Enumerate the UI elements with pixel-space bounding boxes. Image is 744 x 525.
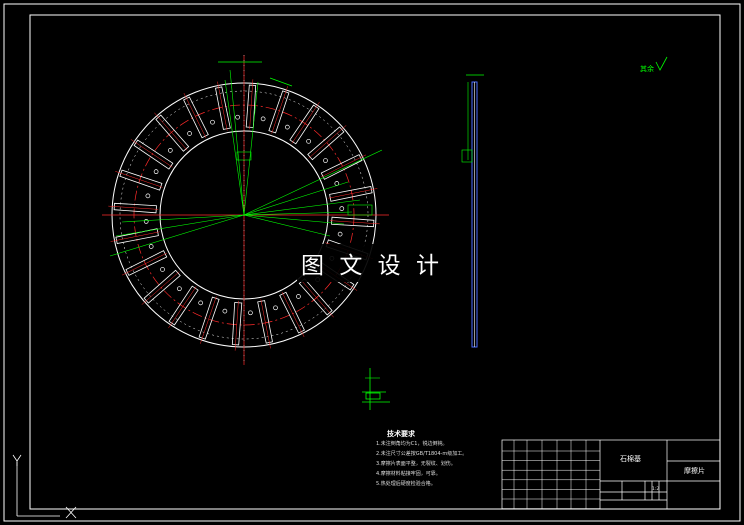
title-block-scale: 1:2 xyxy=(652,487,660,492)
rivet-hole xyxy=(273,305,278,311)
rivet-hole xyxy=(167,148,173,153)
rivet-hole xyxy=(284,124,290,130)
rivet-hole xyxy=(339,206,345,211)
right-detail-box xyxy=(347,204,373,216)
dimension-leader xyxy=(109,214,245,257)
tech-note-3: 3.摩擦片表面平整，无裂纹、划伤。 xyxy=(376,461,456,467)
rivet-hole xyxy=(153,169,159,175)
groove-centerline xyxy=(308,125,347,159)
roughness-symbol-icon xyxy=(655,56,668,71)
friction-disc-front-view xyxy=(102,55,389,365)
rivet-hole xyxy=(296,294,301,299)
groove-centerline xyxy=(168,286,197,329)
title-block-rows xyxy=(502,440,600,509)
groove-centerline xyxy=(234,300,239,351)
tech-note-5: 5.热处理后硬度检验合格。 xyxy=(376,481,436,487)
top-right-leader xyxy=(269,77,293,87)
rivet-hole xyxy=(145,193,151,199)
ucs-y-axis-icon xyxy=(12,454,60,517)
rivet-hole xyxy=(143,219,149,224)
dimension-leader xyxy=(224,79,245,216)
surface-finish-label: 其余 xyxy=(640,65,654,73)
rivet-hole xyxy=(198,300,204,306)
groove-centerline xyxy=(291,101,320,144)
rivet-hole xyxy=(187,131,192,136)
rivet-hole xyxy=(222,308,228,314)
dimension-leader xyxy=(243,211,353,216)
groove-centerline xyxy=(121,252,167,276)
title-block-material: 石棉基 xyxy=(620,455,641,463)
rivet-hole xyxy=(148,244,154,249)
tech-note-1: 1.未注倒角均为C1，锐边倒钝。 xyxy=(376,441,448,447)
tech-note-2: 2.未注尺寸公差按GB/T1804-m级加工。 xyxy=(376,451,468,457)
side-view xyxy=(461,74,484,348)
dimension-leader xyxy=(243,81,259,216)
dimension-leader xyxy=(115,214,245,237)
rivet-hole xyxy=(337,231,343,237)
title-block-part-name: 摩擦片 xyxy=(684,467,705,475)
tech-note-4: 4.摩擦材料粘接牢固，可靠。 xyxy=(376,471,441,477)
rivet-hole xyxy=(210,119,215,125)
technical-requirements-title: 技术要求 xyxy=(387,430,415,438)
watermark-text: 图 文 设 计 xyxy=(297,244,447,282)
rivet-hole xyxy=(323,158,328,163)
dimension-leader xyxy=(243,214,331,237)
dimension-leader xyxy=(121,214,245,223)
dimension-leader xyxy=(243,199,361,216)
groove-centerline xyxy=(130,139,173,168)
section-detail xyxy=(362,368,390,410)
groove-centerline xyxy=(321,154,367,178)
groove-centerline xyxy=(183,92,207,138)
dimension-leader xyxy=(243,181,349,216)
groove-centerline xyxy=(249,79,254,130)
groove-centerline xyxy=(108,205,159,210)
rivet-hole xyxy=(248,310,253,316)
dimension-leader xyxy=(229,69,245,216)
rivet-hole xyxy=(160,267,165,272)
rivet-hole xyxy=(306,138,311,144)
dimension-leader xyxy=(243,214,345,225)
rivet-hole xyxy=(260,116,266,122)
rivet-hole xyxy=(177,286,182,292)
groove-centerline xyxy=(281,292,305,338)
rivet-hole xyxy=(235,114,240,120)
